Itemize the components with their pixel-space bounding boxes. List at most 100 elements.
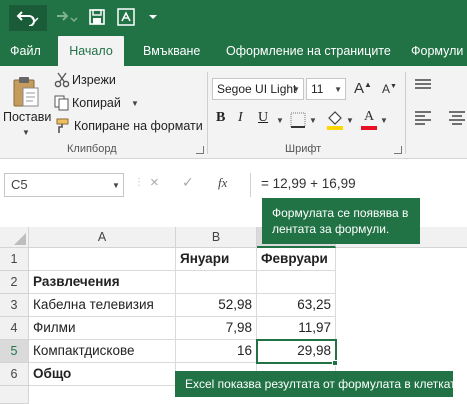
cancel-button[interactable]: × xyxy=(150,174,159,191)
save-icon xyxy=(89,8,105,28)
font-size-value: 11 xyxy=(311,82,324,96)
copy-icon xyxy=(54,95,70,114)
cut-button[interactable]: Изрежи xyxy=(54,72,164,90)
font-color-bar xyxy=(361,126,377,130)
font-group-label: Шрифт xyxy=(285,143,322,155)
format-painter-icon xyxy=(54,118,70,137)
active-cell-border xyxy=(256,339,337,364)
clipboard-group-label: Клипборд xyxy=(67,143,117,155)
row-header-2[interactable]: 2 xyxy=(0,271,29,294)
font-name-dropdown[interactable]: Segoe UI Light ▼ xyxy=(212,78,304,100)
customize-qat-button[interactable] xyxy=(143,5,163,31)
redo-icon xyxy=(53,8,79,29)
column-header-b[interactable]: B xyxy=(176,227,257,248)
chevron-down-icon: ▼ xyxy=(346,116,354,125)
cell-b1[interactable]: Януари xyxy=(176,248,257,271)
cell-b4[interactable]: 7,98 xyxy=(176,317,257,340)
italic-button[interactable]: I xyxy=(238,110,256,130)
borders-icon xyxy=(290,112,306,131)
clipboard-dialog-launcher[interactable] xyxy=(196,146,204,154)
drag-handle-icon: ⋮ xyxy=(134,177,144,188)
cell-a6[interactable]: Общо xyxy=(29,363,176,386)
chevron-down-icon: ▼ xyxy=(276,116,284,125)
enter-button[interactable]: ✓ xyxy=(182,174,194,191)
tab-insert[interactable]: Вмъкване xyxy=(143,36,200,66)
copy-button[interactable]: Копирай ▼ xyxy=(54,95,164,113)
font-dialog-launcher[interactable] xyxy=(394,146,402,154)
format-painter-button[interactable]: Копиране на формати xyxy=(54,118,203,137)
cell-a1[interactable] xyxy=(29,248,176,271)
ribbon-tabs: Файл Начало Вмъкване Оформление на стран… xyxy=(0,36,467,66)
cell-c4[interactable]: 11,97 xyxy=(257,317,336,340)
ribbon: Постави ▼ Изрежи Копирай ▼ Копиране на ф… xyxy=(0,66,467,159)
chevron-down-icon: ▼ xyxy=(292,85,300,94)
align-left-icon xyxy=(414,111,432,129)
undo-icon xyxy=(16,8,40,29)
fill-color-button[interactable]: ▼ xyxy=(326,110,356,132)
align-center-button[interactable] xyxy=(448,110,467,130)
cell-a3[interactable]: Кабелна телевизия xyxy=(29,294,176,317)
cell-b2[interactable] xyxy=(176,271,257,294)
decrease-font-size-button[interactable]: A▼ xyxy=(380,78,402,100)
chevron-down-icon: ▼ xyxy=(22,128,30,137)
paste-icon xyxy=(12,76,40,111)
font-color-button[interactable]: A ▼ xyxy=(360,109,390,132)
select-all-corner[interactable] xyxy=(0,227,29,248)
row-header-4[interactable]: 4 xyxy=(0,317,29,340)
underline-button[interactable]: U xyxy=(258,110,274,130)
cell-c2[interactable] xyxy=(257,271,336,294)
group-divider xyxy=(405,72,406,154)
paste-button[interactable]: Постави ▼ xyxy=(2,70,52,140)
cell-result-callout-text: Excel показва резултата от формулата в к… xyxy=(185,377,466,391)
font-size-dropdown[interactable]: 11 ▼ xyxy=(306,78,346,100)
cell-b5[interactable]: 16 xyxy=(176,340,257,363)
scissors-icon xyxy=(54,72,70,91)
increase-font-icon: A▲ xyxy=(354,80,372,97)
cell-result-callout: Excel показва резултата от формулата в к… xyxy=(175,371,466,397)
row-header-3[interactable]: 3 xyxy=(0,294,29,317)
align-top-button[interactable] xyxy=(414,78,434,98)
undo-button[interactable] xyxy=(9,5,47,31)
quick-access-toolbar xyxy=(0,0,467,36)
paste-label: Постави xyxy=(3,110,52,124)
bold-button[interactable]: B xyxy=(216,110,234,130)
align-center-icon xyxy=(448,111,466,129)
font-color-letter: A xyxy=(364,109,375,124)
tab-file[interactable]: Файл xyxy=(10,36,41,66)
cell-a4[interactable]: Филми xyxy=(29,317,176,340)
row-header-6[interactable]: 6 xyxy=(0,363,29,386)
row-header-1[interactable]: 1 xyxy=(0,248,29,271)
name-box[interactable]: C5 xyxy=(4,173,124,197)
borders-button[interactable]: ▼ xyxy=(290,110,320,132)
formula-bar-callout-text: Формулата се появява в лентата за формул… xyxy=(272,206,409,236)
font-name-value: Segoe UI Light xyxy=(217,82,297,96)
customize-qat-icon xyxy=(147,11,159,26)
cell-b3[interactable]: 52,98 xyxy=(176,294,257,317)
cell-c1[interactable]: Февруари xyxy=(257,248,336,271)
cell-c3[interactable]: 63,25 xyxy=(257,294,336,317)
chevron-down-icon: ▼ xyxy=(309,116,317,125)
touch-mode-button[interactable] xyxy=(113,5,139,31)
align-left-button[interactable] xyxy=(414,110,434,130)
tab-home[interactable]: Начало xyxy=(58,36,124,66)
copy-label: Копирай xyxy=(72,96,121,110)
tab-page-layout[interactable]: Оформление на страниците xyxy=(226,36,391,66)
insert-function-button[interactable]: fx xyxy=(218,175,227,191)
fill-handle[interactable] xyxy=(332,360,338,366)
increase-font-size-button[interactable]: A▲ xyxy=(352,78,374,100)
save-button[interactable] xyxy=(85,5,109,31)
formula-input[interactable]: = 12,99 + 16,99 xyxy=(250,173,467,197)
redo-button[interactable] xyxy=(52,5,80,31)
cell-a5[interactable]: Компактдискове xyxy=(29,340,176,363)
column-header-a[interactable]: A xyxy=(29,227,176,248)
align-lines-icon xyxy=(414,79,432,97)
row-header-5[interactable]: 5 xyxy=(0,340,29,363)
cell-a2[interactable]: Развлечения xyxy=(29,271,176,294)
row-header-7[interactable] xyxy=(0,386,29,404)
paint-bucket-icon xyxy=(326,110,344,133)
chevron-down-icon: ▼ xyxy=(380,116,388,125)
tab-formulas[interactable]: Формули xyxy=(411,36,463,66)
decrease-font-icon: A▼ xyxy=(382,82,397,96)
touch-mode-icon xyxy=(117,7,135,29)
formula-bar-callout: Формулата се появява в лентата за формул… xyxy=(262,198,420,244)
